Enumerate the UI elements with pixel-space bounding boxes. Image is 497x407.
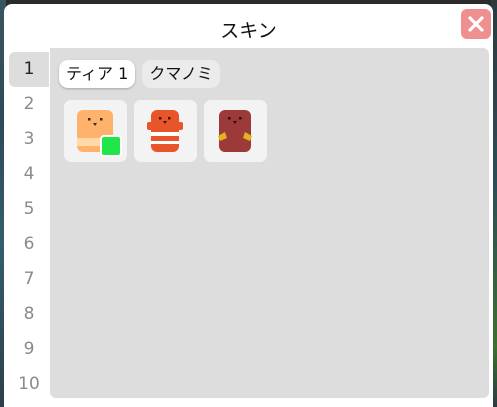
skin-grid [64,100,267,162]
skin-dialog: スキン 1 2 3 4 5 6 7 8 9 10 ティア 1 クマノミ [4,4,493,407]
tier-sidebar: 1 2 3 4 5 6 7 8 9 10 [9,52,49,402]
equipped-marker [100,135,122,157]
dark-red-bear-skin-icon [218,110,252,152]
dialog-title: スキン [220,20,277,42]
skin-item-dark-red-bear[interactable] [204,100,267,162]
sidebar-item-5[interactable]: 5 [9,192,49,227]
sidebar-item-4[interactable]: 4 [9,157,49,192]
sidebar-item-1[interactable]: 1 [9,52,49,87]
sidebar-item-7[interactable]: 7 [9,262,49,297]
skin-item-orange-bear[interactable] [64,100,127,162]
close-icon [468,16,484,32]
close-button[interactable] [461,9,491,39]
sidebar-item-6[interactable]: 6 [9,227,49,262]
sidebar-item-3[interactable]: 3 [9,122,49,157]
skin-tabs: ティア 1 クマノミ [59,60,220,88]
sidebar-item-9[interactable]: 9 [9,332,49,367]
clownfish-bear-skin-icon [147,110,183,152]
sidebar-item-10[interactable]: 10 [9,367,49,402]
skin-item-clownfish-bear[interactable] [134,100,197,162]
sidebar-item-2[interactable]: 2 [9,87,49,122]
tab-tier-1[interactable]: ティア 1 [59,60,136,88]
skin-panel: ティア 1 クマノミ [50,48,489,398]
tab-clownfish[interactable]: クマノミ [142,60,220,88]
sidebar-item-8[interactable]: 8 [9,297,49,332]
